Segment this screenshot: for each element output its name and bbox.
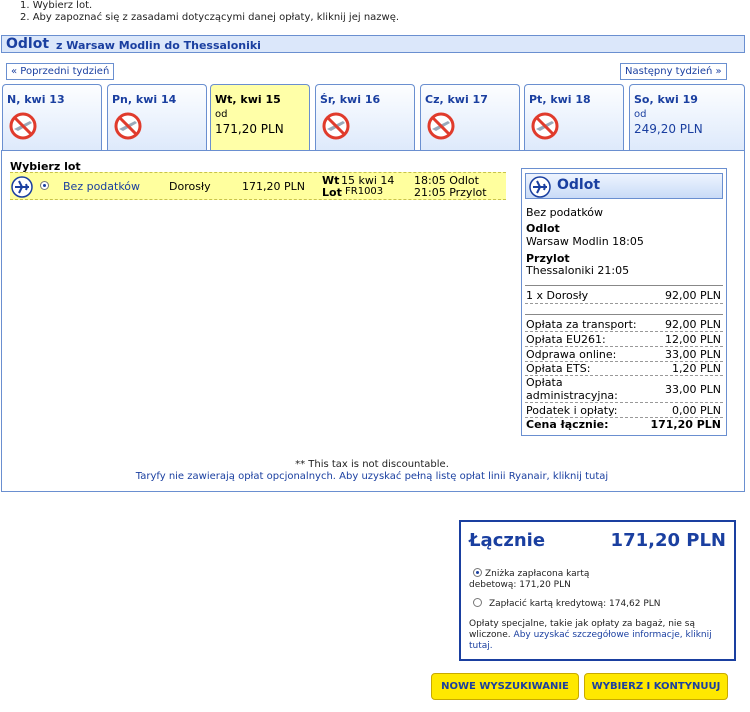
day-tab-sun-13[interactable]: N, kwi 13: [2, 84, 102, 151]
airplane-icon: [529, 176, 551, 198]
flight-header: Odlot z Warsaw Modlin do Thessaloniki: [1, 35, 745, 53]
fee-label[interactable]: Opłata ETS:: [526, 362, 590, 375]
summary-header: Odlot: [525, 173, 723, 199]
summary-pax-row: 1 x Dorosły 92,00 PLN: [526, 289, 721, 302]
flight-label: Lot: [322, 186, 342, 199]
fee-value: 92,00 PLN: [665, 318, 721, 331]
fee-label[interactable]: Opłata administracyjna:: [526, 376, 636, 402]
day-label: Śr, kwi 16: [320, 93, 381, 106]
from-label: od: [215, 109, 228, 120]
fee-row: Opłata ETS: 1,20 PLN: [526, 362, 721, 375]
divider: [525, 303, 723, 304]
day-tab-mon-14[interactable]: Pn, kwi 14: [107, 84, 207, 151]
total-label: Cena łącznie:: [526, 418, 609, 431]
fee-row: Odprawa online: 33,00 PLN: [526, 348, 721, 361]
day-tab-thu-17[interactable]: Cz, kwi 17: [420, 84, 520, 151]
fee-value: 33,00 PLN: [665, 348, 721, 361]
day-label: N, kwi 13: [7, 93, 65, 106]
total-value: 171,20 PLN: [650, 418, 721, 431]
divider: [525, 346, 723, 347]
fee-label[interactable]: Odprawa online:: [526, 348, 616, 361]
day-tab-fri-18[interactable]: Pt, kwi 18: [524, 84, 624, 151]
flight-price: 171,20 PLN: [242, 180, 305, 193]
divider: [525, 331, 723, 332]
passenger-type: Dorosły: [169, 180, 211, 193]
fee-label[interactable]: Podatek i opłaty:: [526, 404, 618, 417]
new-search-button[interactable]: NOWE WYSZUKIWANIE: [431, 673, 579, 700]
no-flight-icon: [427, 112, 455, 140]
fee-value: 33,00 PLN: [665, 383, 721, 396]
direction-title: Odlot: [6, 36, 50, 52]
summary-title: Odlot: [557, 177, 601, 193]
day-price: 171,20 PLN: [215, 122, 284, 136]
fee-value: 12,00 PLN: [665, 333, 721, 346]
from-label: od: [634, 109, 647, 120]
route-title: z Warsaw Modlin do Thessaloniki: [56, 39, 261, 52]
fee-row: Opłata za transport: 92,00 PLN: [526, 318, 721, 331]
total-amount: 171,20 PLN: [610, 530, 726, 551]
day-tab-tue-15[interactable]: Wt, kwi 15 od 171,20 PLN: [210, 84, 310, 151]
no-flight-icon: [531, 112, 559, 140]
prev-week-button[interactable]: « Poprzedni tydzień: [6, 63, 115, 80]
pax-label: 1 x Dorosły: [526, 289, 589, 302]
fee-label[interactable]: Opłata za transport:: [526, 318, 637, 331]
next-week-button[interactable]: Następny tydzień »: [620, 63, 727, 80]
arrival-time: 21:05 Przylot: [414, 186, 487, 199]
footnote: ** This tax is not discountable.: [295, 459, 449, 470]
fee-value: 0,00 PLN: [672, 404, 721, 417]
day-label: Cz, kwi 17: [425, 93, 488, 106]
fee-row: Opłata EU261: 12,00 PLN: [526, 333, 721, 346]
summary-arr-value: Thessaloniki 21:05: [526, 264, 630, 277]
day-price: 249,20 PLN: [634, 122, 703, 136]
debit-option-label: Zniżka zapłacona kartą debetową: 171,20 …: [469, 569, 590, 590]
instruction-1: 1. Wybierz lot.: [20, 0, 93, 11]
flight-row[interactable]: Bez podatków Dorosły 171,20 PLN Wt 15 kw…: [10, 172, 506, 200]
credit-option-label: Zapłacić kartą kredytową: 174,62 PLN: [489, 599, 661, 609]
divider: [525, 285, 723, 286]
divider: [525, 402, 723, 403]
fees-info-link[interactable]: Taryfy nie zawierają opłat opcjonalnych.…: [0, 471, 744, 482]
fee-value: 1,20 PLN: [672, 362, 721, 375]
extra-fees-note: Opłaty specjalne, takie jak opłaty za ba…: [469, 619, 729, 652]
fee-row: Podatek i opłaty: 0,00 PLN: [526, 404, 721, 417]
divider: [525, 314, 723, 315]
total-label: Łącznie: [469, 530, 546, 551]
day-label: So, kwi 19: [634, 93, 698, 106]
no-flight-icon: [9, 112, 37, 140]
fare-name-link[interactable]: Bez podatków: [63, 180, 140, 193]
no-flight-icon: [114, 112, 142, 140]
flight-number: FR1003: [345, 186, 384, 197]
day-label: Pn, kwi 14: [112, 93, 177, 106]
total-box: Łącznie 171,20 PLN Zniżka zapłacona kart…: [459, 520, 736, 661]
fee-label[interactable]: Opłata EU261:: [526, 333, 606, 346]
flight-radio[interactable]: [40, 181, 49, 190]
day-label: Pt, kwi 18: [529, 93, 591, 106]
day-tab-sat-19[interactable]: So, kwi 19 od 249,20 PLN: [629, 84, 745, 151]
select-continue-button[interactable]: WYBIERZ I KONTYNUUJ: [584, 673, 728, 700]
day-label: Wt, kwi 15: [215, 93, 281, 106]
summary-dep-label: Odlot: [526, 222, 560, 235]
day-tab-wed-16[interactable]: Śr, kwi 16: [315, 84, 415, 151]
instruction-2: 2. Aby zapoznać się z zasadami dotyczący…: [20, 12, 400, 23]
no-flight-icon: [322, 112, 350, 140]
pax-value: 92,00 PLN: [665, 289, 721, 302]
summary-fare: Bez podatków: [526, 206, 604, 219]
instructions: 1. Wybierz lot. 2. Aby zapoznać się z za…: [20, 0, 399, 24]
credit-radio[interactable]: [473, 598, 482, 607]
airplane-icon: [11, 176, 33, 198]
fee-row: Opłata administracyjna: 33,00 PLN: [526, 376, 721, 402]
summary-total-row: Cena łącznie: 171,20 PLN: [526, 418, 721, 431]
summary-dep-value: Warsaw Modlin 18:05: [526, 235, 644, 248]
